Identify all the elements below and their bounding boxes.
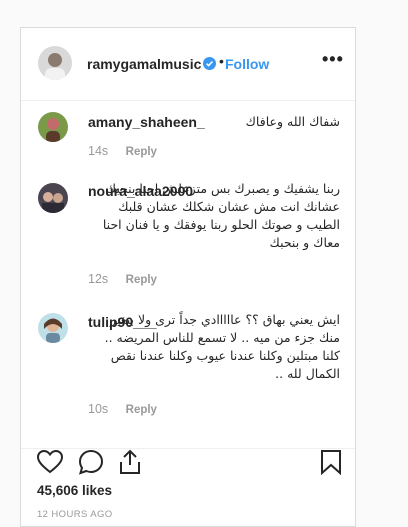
likes-count[interactable]: 45,606 likes [37,483,112,498]
verified-badge-icon [203,57,216,70]
comment-text: ايش يعني بهاق ؟؟ عااااادي جداً ترى ولا ب… [104,312,340,381]
reply-button[interactable]: Reply [126,274,157,286]
post-timestamp[interactable]: 12 HOURS AGO [37,509,113,520]
comment-age: 14s [88,144,109,158]
more-options-icon[interactable]: ••• [322,49,344,70]
comment-text: شفاك الله وعافاك [245,114,340,129]
commenter-avatar[interactable] [38,112,68,142]
follow-button[interactable]: Follow [225,56,269,72]
post-header: ramygamalmusic • Follow ••• [21,28,355,101]
comment-age: 12s [88,272,109,286]
comment-meta: 14s Reply [88,144,157,158]
header-separator: • [219,53,224,69]
comment-age: 10s [88,402,109,416]
comment-meta: 10s Reply [88,402,157,416]
comment-meta: 12s Reply [88,272,157,286]
author-avatar[interactable] [38,46,72,80]
bookmark-icon[interactable] [320,449,342,480]
commenter-avatar[interactable] [38,313,68,343]
heart-icon[interactable] [36,449,64,479]
reply-button[interactable]: Reply [126,404,157,416]
reply-button[interactable]: Reply [126,146,157,158]
author-username[interactable]: ramygamalmusic [87,56,201,72]
comment-text: ربنا يشفيك و يصبرك بس متزعلش احنا بنحبك … [102,181,340,250]
post-card: ramygamalmusic • Follow ••• amany_shahee… [20,27,356,527]
share-icon[interactable] [118,449,142,480]
commenter-avatar[interactable] [38,183,68,213]
comment-icon[interactable] [78,449,104,480]
